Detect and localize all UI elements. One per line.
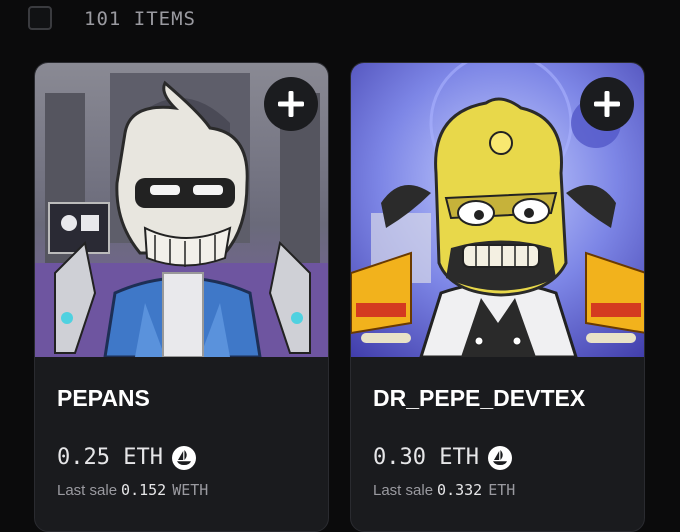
- price-value: 0.30 ETH: [373, 445, 479, 470]
- last-sale-value: 0.152: [121, 481, 167, 499]
- opensea-ship-icon: [171, 445, 196, 470]
- item-count: 101 ITEMS: [84, 8, 196, 30]
- price-row: 0.30 ETH: [373, 445, 512, 470]
- last-sale-label: Last sale: [57, 482, 118, 499]
- plus-icon: [594, 91, 620, 117]
- nft-name: DR_PEPE_DEVTEX: [373, 385, 586, 411]
- price-row: 0.25 ETH: [57, 445, 196, 470]
- nft-image[interactable]: [351, 63, 644, 357]
- add-to-cart-button[interactable]: [580, 77, 634, 131]
- add-to-cart-button[interactable]: [264, 77, 318, 131]
- opensea-ship-icon: [487, 445, 512, 470]
- last-sale: Last sale 0.332 ETH: [373, 481, 515, 499]
- items-header: 101 ITEMS: [0, 0, 680, 40]
- plus-icon: [278, 91, 304, 117]
- last-sale-label: Last sale: [373, 482, 434, 499]
- nft-card[interactable]: DR_PEPE_DEVTEX 0.30 ETH Last sale 0.332 ET…: [350, 62, 645, 532]
- price-value: 0.25 ETH: [57, 445, 163, 470]
- select-all-checkbox[interactable]: [28, 6, 52, 30]
- nft-card[interactable]: PEPANS 0.25 ETH Last sale 0.152 WETH: [34, 62, 329, 532]
- last-sale: Last sale 0.152 WETH: [57, 481, 208, 499]
- last-sale-value: 0.332: [437, 481, 483, 499]
- nft-name: PEPANS: [57, 385, 150, 411]
- last-sale-currency: WETH: [172, 481, 209, 499]
- last-sale-currency: ETH: [488, 481, 516, 499]
- nft-image[interactable]: [35, 63, 328, 357]
